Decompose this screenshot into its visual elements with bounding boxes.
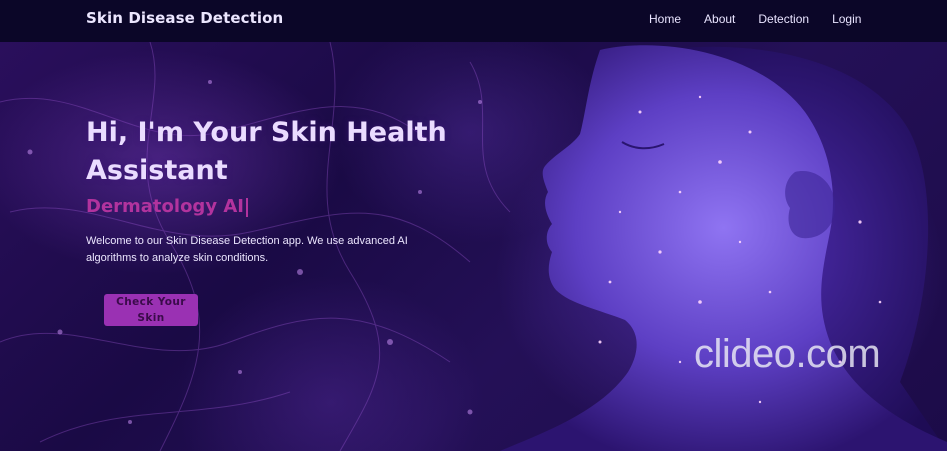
navbar: Skin Disease Detection Home About Detect…	[0, 0, 947, 42]
check-your-skin-button[interactable]: Check Your Skin	[104, 294, 198, 326]
nav-link-login[interactable]: Login	[832, 12, 861, 26]
brand-logo-text[interactable]: Skin Disease Detection	[86, 9, 283, 27]
nav-link-about[interactable]: About	[704, 12, 735, 26]
hero-section: Hi, I'm Your Skin Health Assistant Derma…	[0, 42, 947, 451]
hero-subtitle-text: Dermatology AI	[86, 196, 244, 217]
nav-link-home[interactable]: Home	[649, 12, 681, 26]
typing-caret	[245, 197, 248, 217]
clideo-watermark: clideo.com	[694, 332, 881, 376]
hero-description: Welcome to our Skin Disease Detection ap…	[86, 235, 408, 264]
nav-links: Home About Detection Login	[649, 12, 884, 26]
nav-link-detection[interactable]: Detection	[758, 12, 809, 26]
face-illustration	[500, 45, 947, 451]
hero-subtitle: Dermatology AI	[86, 196, 248, 217]
page: Skin Disease Detection Home About Detect…	[0, 0, 947, 451]
hero-title: Hi, I'm Your Skin Health Assistant	[86, 117, 447, 186]
